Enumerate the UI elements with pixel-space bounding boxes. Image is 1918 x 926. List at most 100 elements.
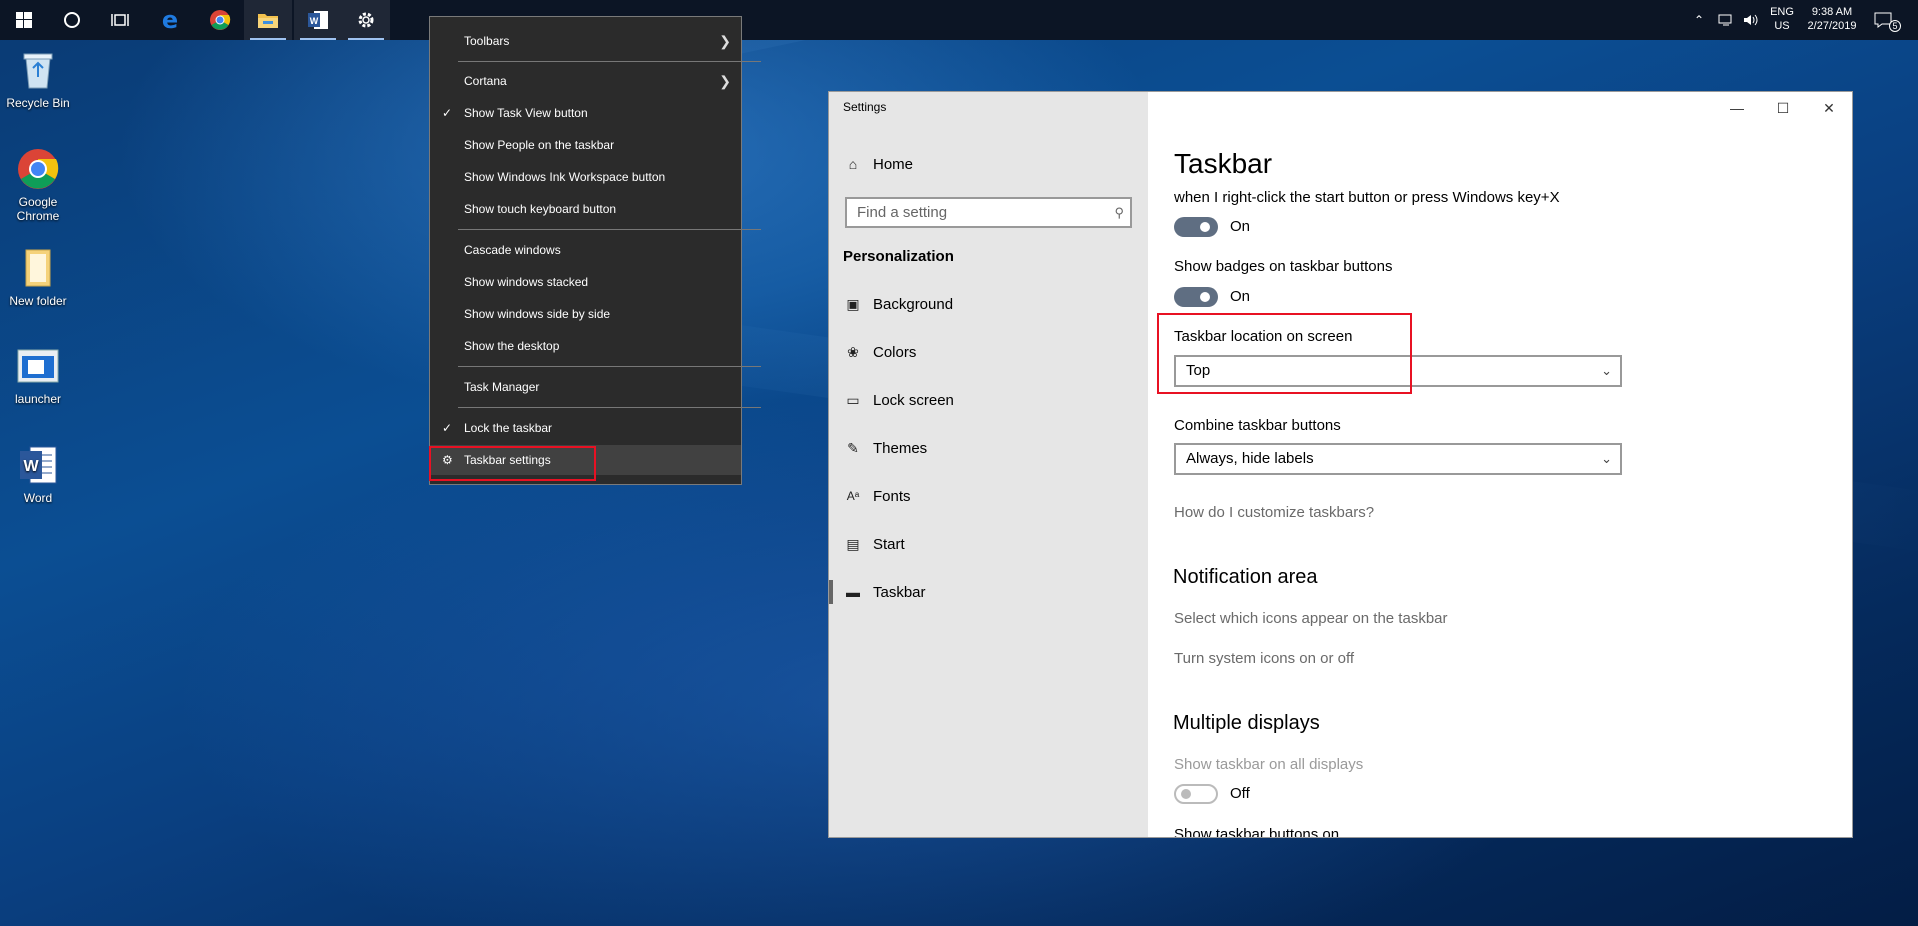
region-code: US	[1774, 20, 1790, 32]
desktop-icon-launcher[interactable]: launcher	[2, 344, 74, 406]
menu-item-label: Show Task View button	[464, 106, 588, 120]
menu-item-show-windows-side-by-side[interactable]: Show windows side by side	[430, 299, 741, 329]
winx-setting-text: when I right-click the start button or p…	[1174, 189, 1560, 206]
location-dropdown-value: Top	[1186, 362, 1211, 379]
menu-item-label: Toolbars	[464, 34, 510, 48]
menu-item-show-windows-stacked[interactable]: Show windows stacked	[430, 267, 741, 297]
recycle-bin-icon	[16, 48, 60, 92]
location-label: Taskbar location on screen	[1174, 328, 1353, 345]
settings-content: Taskbar when I right-click the start but…	[1173, 92, 1834, 837]
taskbar-word[interactable]: W	[294, 0, 342, 40]
nav-section-label: Personalization	[843, 247, 954, 265]
settings-nav-pane: Settings ⌂ Home Find a setting ⚲ Persona…	[829, 92, 1148, 837]
show-all-displays-toggle[interactable]	[1174, 784, 1218, 804]
menu-item-taskbar-settings[interactable]: ⚙ Taskbar settings	[430, 445, 741, 475]
notification-count: 5	[1889, 20, 1901, 32]
menu-item-show-desktop[interactable]: Show the desktop	[430, 331, 741, 361]
taskbar-chrome[interactable]	[196, 0, 244, 40]
windows-start-icon	[16, 12, 32, 28]
nav-item-background[interactable]: ▣ Background	[843, 288, 953, 320]
taskbar-icon: ▬	[846, 584, 860, 600]
chevron-down-icon: ⌄	[1601, 451, 1612, 466]
nav-home[interactable]: ⌂ Home	[843, 148, 913, 180]
nav-item-label: Start	[873, 535, 905, 553]
menu-item-show-task-view[interactable]: ✓ Show Task View button	[430, 98, 741, 128]
badges-toggle-state: On	[1230, 288, 1251, 305]
nav-item-fonts[interactable]: Aᵃ Fonts	[843, 480, 911, 512]
clock[interactable]: 9:38 AM 2/27/2019	[1802, 5, 1862, 33]
network-button[interactable]	[1718, 0, 1738, 40]
cortana-icon	[64, 12, 80, 28]
desktop-icon-new-folder[interactable]: New folder	[2, 246, 74, 308]
select-icons-link[interactable]: Select which icons appear on the taskbar	[1174, 610, 1448, 627]
volume-button[interactable]	[1742, 0, 1762, 40]
menu-item-toolbars[interactable]: Toolbars ❯	[430, 26, 741, 56]
nav-item-taskbar[interactable]: ▬ Taskbar	[843, 576, 926, 608]
themes-icon: ✎	[847, 439, 859, 456]
combine-dropdown[interactable]: Always, hide labels ⌄	[1174, 443, 1622, 475]
lock-screen-icon: ▭	[846, 391, 860, 408]
system-icons-link[interactable]: Turn system icons on or off	[1174, 650, 1354, 667]
action-center-button[interactable]: 5	[1874, 0, 1904, 40]
menu-item-task-manager[interactable]: Task Manager	[430, 372, 741, 402]
fonts-icon: Aᵃ	[846, 489, 860, 503]
show-all-displays-label: Show taskbar on all displays	[1174, 756, 1364, 773]
menu-item-label: Task Manager	[464, 380, 540, 394]
cortana-button[interactable]	[48, 0, 96, 40]
search-field[interactable]: Find a setting ⚲	[845, 197, 1132, 228]
volume-icon	[1744, 14, 1758, 26]
customize-taskbars-link[interactable]: How do I customize taskbars?	[1174, 504, 1374, 521]
notification-area-heading: Notification area	[1173, 566, 1318, 588]
search-placeholder: Find a setting	[857, 204, 948, 221]
taskbar-edge[interactable]: e	[146, 0, 194, 40]
search-icon: ⚲	[1114, 205, 1124, 220]
svg-text:e: e	[162, 9, 178, 31]
menu-separator	[458, 366, 761, 367]
winx-toggle[interactable]	[1174, 217, 1218, 237]
nav-item-label: Lock screen	[873, 391, 954, 409]
svg-text:W: W	[23, 458, 39, 475]
nav-item-colors[interactable]: ❀ Colors	[843, 336, 916, 368]
desktop-icon-google-chrome[interactable]: Google Chrome	[2, 147, 74, 223]
taskbar-settings[interactable]	[342, 0, 390, 40]
menu-item-label: Cascade windows	[464, 243, 561, 257]
checkmark-icon: ✓	[442, 421, 453, 435]
badges-label: Show badges on taskbar buttons	[1174, 258, 1393, 275]
task-view-button[interactable]	[96, 0, 144, 40]
menu-item-label: Show windows side by side	[464, 307, 611, 321]
show-hidden-icons-button[interactable]: ⌃	[1694, 0, 1712, 40]
nav-selection-indicator	[829, 580, 833, 604]
start-button[interactable]	[0, 0, 48, 40]
desktop-icon-label: Chrome	[16, 209, 60, 223]
chrome-icon	[16, 147, 60, 191]
combine-label: Combine taskbar buttons	[1174, 417, 1341, 434]
language-code: ENG	[1770, 6, 1794, 18]
chevron-right-icon: ❯	[719, 33, 731, 49]
menu-item-show-touch-keyboard[interactable]: Show touch keyboard button	[430, 194, 741, 224]
checkmark-icon: ✓	[442, 106, 453, 120]
badges-toggle[interactable]	[1174, 287, 1218, 307]
combine-dropdown-value: Always, hide labels	[1186, 450, 1314, 467]
menu-item-label: Show the desktop	[464, 339, 560, 353]
nav-section-heading: Personalization	[843, 240, 954, 272]
nav-home-label: Home	[873, 155, 914, 173]
menu-item-show-ink-workspace[interactable]: Show Windows Ink Workspace button	[430, 162, 741, 192]
taskbar-file-explorer[interactable]	[244, 0, 292, 40]
nav-item-label: Colors	[873, 343, 917, 361]
menu-item-cascade-windows[interactable]: Cascade windows	[430, 235, 741, 265]
show-all-displays-state: Off	[1230, 785, 1250, 802]
desktop-icon-recycle-bin[interactable]: Recycle Bin	[2, 48, 74, 110]
nav-item-themes[interactable]: ✎ Themes	[843, 432, 927, 464]
menu-item-label: Taskbar settings	[464, 453, 551, 467]
clock-date: 2/27/2019	[1807, 20, 1857, 32]
menu-item-cortana[interactable]: Cortana ❯	[430, 66, 741, 96]
page-title: Taskbar	[1174, 148, 1273, 179]
desktop-icon-label: launcher	[14, 392, 62, 406]
menu-item-show-people[interactable]: Show People on the taskbar	[430, 130, 741, 160]
nav-item-lock-screen[interactable]: ▭ Lock screen	[843, 384, 954, 416]
nav-item-start[interactable]: ▤ Start	[843, 528, 905, 560]
language-indicator[interactable]: ENG US	[1768, 5, 1796, 33]
menu-item-lock-taskbar[interactable]: ✓ Lock the taskbar	[430, 413, 741, 443]
location-dropdown[interactable]: Top ⌄	[1174, 355, 1622, 387]
desktop-icon-word[interactable]: W Word	[2, 443, 74, 505]
